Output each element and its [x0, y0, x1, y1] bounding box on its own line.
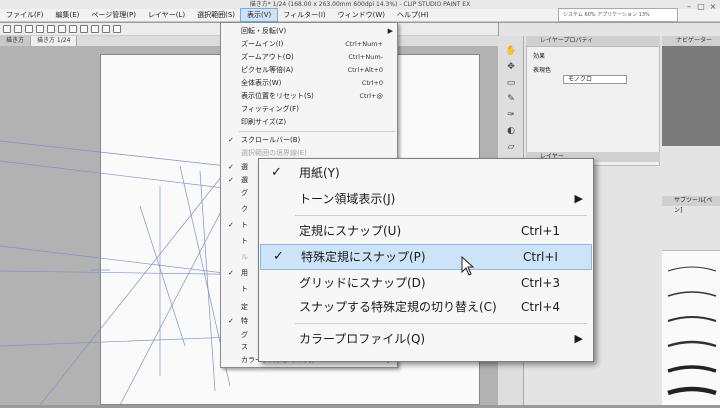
subtool-header: サブツール[ペン] [662, 196, 720, 214]
check-icon: ✓ [228, 269, 234, 277]
check-icon: ✓ [228, 221, 234, 229]
menu-item-partial[interactable]: ト [221, 235, 261, 248]
clear-icon[interactable] [58, 25, 66, 33]
submenu-arrow-icon: ▶ [574, 192, 583, 205]
menu-item-print-size[interactable]: 印刷サイズ(Z) [221, 116, 397, 129]
submenu-item-tone-area[interactable]: トーン領域表示(J) ▶ [259, 187, 593, 211]
pen-icon[interactable]: ✎ [503, 92, 519, 106]
menu-item-scrollbar[interactable]: ✓ スクロールバー(B) [221, 134, 397, 147]
save-icon[interactable] [25, 25, 33, 33]
check-icon: ✓ [228, 136, 234, 144]
color-label: 表現色 [533, 67, 552, 74]
navigator-preview[interactable] [662, 46, 720, 146]
effect-label: 効果 [533, 53, 546, 60]
copy-icon[interactable] [102, 25, 110, 33]
menu-item-reset-position[interactable]: 表示位置をリセット(S) Ctrl+@ [221, 90, 397, 103]
menu-item-zoom-in[interactable]: ズームイン(I) Ctrl+Num+ [221, 38, 397, 51]
hand-icon[interactable]: ✋ [503, 44, 519, 58]
transform-icon[interactable] [69, 25, 77, 33]
redo-icon[interactable] [47, 25, 55, 33]
menu-separator [239, 131, 395, 132]
brush-list[interactable] [662, 250, 720, 405]
menu-item-partial[interactable]: 定 [221, 301, 261, 314]
menu-layer[interactable]: レイヤー(L) [142, 9, 191, 21]
paste-icon[interactable] [113, 25, 121, 33]
menu-item-partial[interactable]: ス [221, 341, 261, 354]
menu-item-partial[interactable]: グ [221, 187, 261, 200]
menu-item-partial[interactable]: ✓ 用 [221, 267, 261, 280]
menu-item-zoom-out[interactable]: ズームアウト(O) Ctrl+Num- [221, 51, 397, 64]
submenu-item-snap-special-ruler[interactable]: ✓ 特殊定規にスナップ(P) Ctrl+I [260, 244, 592, 270]
menu-window[interactable]: ウィンドウ(W) [332, 9, 391, 21]
eraser-icon[interactable]: ▱ [503, 140, 519, 154]
submenu-arrow-icon: ▶ [387, 27, 393, 35]
menu-item-partial: ル [241, 253, 248, 261]
submenu-item-switch-special-ruler[interactable]: スナップする特殊定規の切り替え(C) Ctrl+4 [259, 295, 593, 319]
menu-help[interactable]: ヘルプ(H) [391, 9, 435, 21]
undo-icon[interactable] [36, 25, 44, 33]
menu-item-rotate-flip[interactable]: 回転・反転(V) ▶ [221, 25, 397, 38]
menu-separator [295, 323, 587, 324]
menu-item-actual-pixels[interactable]: ピクセル等倍(A) Ctrl+Alt+0 [221, 64, 397, 77]
brush-strokes [667, 266, 717, 396]
move-icon[interactable]: ✥ [503, 60, 519, 74]
color-select[interactable]: モノクロ [563, 75, 627, 84]
resource-status: システム 60% アプリケーション 13% [558, 8, 678, 22]
menu-separator [295, 215, 587, 216]
navigator-header: ナビゲーター [662, 36, 720, 46]
menu-page[interactable]: ページ管理(P) [85, 9, 142, 21]
new-file-icon[interactable] [3, 25, 11, 33]
snap-submenu: ✓ 用紙(Y) トーン領域表示(J) ▶ 定規にスナップ(U) Ctrl+1 ✓ 特殊定… [258, 158, 594, 362]
selection-icon[interactable]: ▭ [503, 76, 519, 90]
check-icon: ✓ [228, 317, 234, 325]
submenu-item-snap-grid[interactable]: グリッドにスナップ(D) Ctrl+3 [259, 271, 593, 295]
layer-property-panel: 効果 表現色 モノクロ [526, 46, 660, 166]
tab-document-page[interactable]: 描き方 1/24 [31, 36, 78, 46]
submenu-arrow-icon: ▶ [574, 332, 583, 345]
menu-item-fit-all[interactable]: 全体表示(W) Ctrl+0 [221, 77, 397, 90]
menu-file[interactable]: ファイル(F) [0, 9, 50, 21]
menu-item-partial[interactable]: ト [221, 283, 261, 296]
fill-icon[interactable]: ◐ [503, 124, 519, 138]
maximize-icon[interactable]: □ [696, 2, 706, 12]
menu-item-partial[interactable]: ✓ 選 [221, 174, 261, 187]
menu-view[interactable]: 表示(V) [239, 8, 279, 22]
close-icon[interactable]: × [708, 2, 718, 12]
layer-property-header: レイヤープロパティ [526, 36, 660, 46]
menu-edit[interactable]: 編集(E) [50, 9, 86, 21]
tab-document[interactable]: 描き方 [0, 36, 32, 46]
submenu-item-color-profile[interactable]: カラープロファイル(Q) ▶ [259, 327, 593, 351]
check-icon: ✓ [273, 249, 284, 264]
menu-item-partial[interactable]: ✓ 特 [221, 315, 261, 328]
check-icon: ✓ [228, 176, 234, 184]
open-file-icon[interactable] [14, 25, 22, 33]
submenu-item-snap-ruler[interactable]: 定規にスナップ(U) Ctrl+1 [259, 219, 593, 243]
menu-selection[interactable]: 選択範囲(S) [191, 9, 241, 21]
submenu-item-paper[interactable]: ✓ 用紙(Y) [259, 161, 593, 185]
cut-icon[interactable] [91, 25, 99, 33]
settings-icon[interactable] [80, 25, 88, 33]
menu-item-partial[interactable]: ク [221, 203, 261, 216]
check-icon: ✓ [271, 165, 282, 180]
menu-item-partial[interactable]: ✓ ト [221, 219, 261, 232]
menu-filter[interactable]: フィルター(I) [277, 9, 331, 21]
brush-icon[interactable]: ✑ [503, 108, 519, 122]
menu-item-partial[interactable]: ✓ 選 [221, 161, 261, 174]
mouse-cursor-icon [461, 256, 475, 276]
minimize-icon[interactable]: – [684, 2, 694, 12]
menu-item-fitting[interactable]: フィッティング(F) [221, 103, 397, 116]
check-icon: ✓ [228, 163, 234, 171]
